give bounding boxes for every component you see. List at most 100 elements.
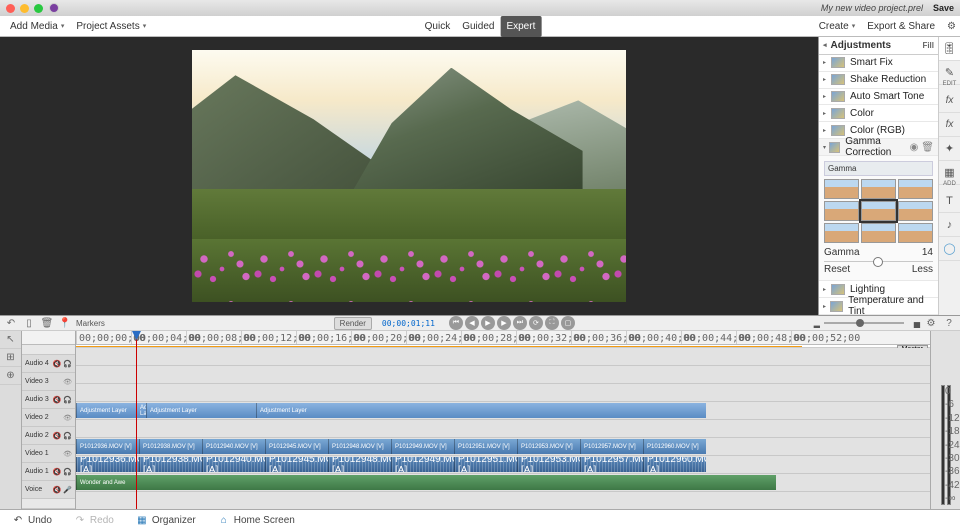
solo-icon[interactable]: 🎧 <box>63 396 72 404</box>
track-header-video2[interactable]: Video 2👁 <box>22 409 75 427</box>
audio-clip[interactable]: P1012936.MOV [A] <box>76 457 139 472</box>
solo-icon[interactable]: 🎧 <box>63 360 72 368</box>
current-timecode[interactable]: 00;00;01;11 <box>382 319 435 328</box>
video-clip[interactable]: P1012949.MOV [V] <box>391 439 454 454</box>
eye-icon[interactable]: 👁 <box>63 378 72 386</box>
gamma-preset-9[interactable] <box>898 223 933 243</box>
adjust-gamma-correction[interactable]: ▾Gamma Correction◉🗑 <box>819 139 938 156</box>
preview-canvas[interactable] <box>192 50 626 302</box>
timeline-settings-icon[interactable]: ⚙ <box>924 316 938 330</box>
track-header-audio1[interactable]: Audio 1🔇🎧 <box>22 463 75 481</box>
window-close-icon[interactable] <box>6 4 15 13</box>
music-clip[interactable]: Wonder and Awe <box>76 475 776 490</box>
mute-icon[interactable]: 🔇 <box>53 360 62 368</box>
video-clip[interactable]: P1012940.MOV [V] <box>202 439 265 454</box>
timeline-delete-icon[interactable]: 🗑 <box>40 316 54 330</box>
save-button[interactable]: Save <box>933 3 954 13</box>
adjust-shake-reduction[interactable]: ▸Shake Reduction <box>819 72 938 89</box>
project-assets-menu[interactable]: Project Assets <box>70 16 152 36</box>
step-forward-icon[interactable]: ▶ <box>497 316 511 330</box>
export-share-button[interactable]: Export & Share <box>861 21 941 32</box>
fullscreen-icon[interactable]: ⛶ <box>545 316 559 330</box>
eyedropper-icon[interactable]: ✦ <box>939 137 960 161</box>
gamma-preset-5[interactable] <box>861 201 896 221</box>
track-video3[interactable] <box>76 366 930 384</box>
chevron-left-icon[interactable]: ◂ <box>823 41 827 49</box>
zoom-slider[interactable] <box>824 322 904 324</box>
audio-clip[interactable]: P1012948.MOV [A] <box>328 457 391 472</box>
adjustment-layer-clip[interactable]: Adjustment Layer <box>256 403 706 418</box>
mute-icon[interactable]: 🔇 <box>53 468 62 476</box>
audio-clip[interactable]: P1012940.MOV [A] <box>202 457 265 472</box>
audio-clip[interactable]: P1012938.MOV [A] <box>139 457 202 472</box>
adjust-smart-fix[interactable]: ▸Smart Fix <box>819 55 938 72</box>
audio-clip[interactable]: P1012949.MOV [A] <box>391 457 454 472</box>
audio-clip[interactable]: P1012953.MOV [A] <box>517 457 580 472</box>
track-audio2[interactable] <box>76 420 930 438</box>
loop-icon[interactable]: ⟳ <box>529 316 543 330</box>
adjustment-layer-clip[interactable]: Adjustment Layer <box>146 403 256 418</box>
home-screen-button[interactable]: ⌂Home Screen <box>212 513 301 529</box>
gamma-preset-7[interactable] <box>824 223 859 243</box>
track-select-tool-icon[interactable]: ⊞ <box>0 349 21 367</box>
track-video1[interactable]: P1012936.MOV [V]P1012938.MOV [V]P1012940… <box>76 438 930 456</box>
adjust-temperature-tint[interactable]: ▸Temperature and Tint <box>819 298 938 315</box>
gamma-preset-3[interactable] <box>898 179 933 199</box>
video-clip[interactable]: P1012953.MOV [V] <box>517 439 580 454</box>
track-audio1[interactable]: P1012936.MOV [A]P1012938.MOV [A]P1012940… <box>76 456 930 474</box>
redo-button[interactable]: ↷Redo <box>68 513 120 529</box>
gamma-preset-4[interactable] <box>824 201 859 221</box>
timeline-help-icon[interactable]: ? <box>942 316 956 330</box>
track-header-voice[interactable]: Voice🔇🎤 <box>22 481 75 499</box>
add-media-menu[interactable]: Add Media <box>4 16 70 36</box>
music-tab-icon[interactable]: ♪ <box>939 213 960 237</box>
mode-guided-tab[interactable]: Guided <box>456 16 500 37</box>
markers-icon[interactable]: 📍 <box>58 316 72 330</box>
fx2-tab-icon[interactable]: fx <box>939 113 960 137</box>
video-clip[interactable]: P1012936.MOV [V] <box>76 439 139 454</box>
audio-clip[interactable]: P1012945.MOV [A] <box>265 457 328 472</box>
gamma-preset-2[interactable] <box>861 179 896 199</box>
mic-icon[interactable]: 🎤 <box>63 486 72 494</box>
selection-tool-icon[interactable]: ↖ <box>0 331 21 349</box>
adjustment-layer-clip[interactable]: Adjustment Layer <box>136 403 146 418</box>
adjustment-layer-clip[interactable]: Adjustment Layer <box>76 403 136 418</box>
graphics-tab-icon[interactable]: ◯ <box>939 237 960 261</box>
goto-start-icon[interactable]: ⏮ <box>449 316 463 330</box>
track-header-audio2[interactable]: Audio 2🔇🎧 <box>22 427 75 445</box>
window-zoom-icon[interactable] <box>34 4 43 13</box>
video-clip[interactable]: P1012951.MOV [V] <box>454 439 517 454</box>
mode-quick-tab[interactable]: Quick <box>419 16 457 37</box>
zoom-out-icon[interactable]: ▂ <box>814 319 820 328</box>
gamma-slider[interactable] <box>824 261 933 262</box>
zoom-in-icon[interactable]: ▅ <box>914 319 920 328</box>
video-clip[interactable]: P1012945.MOV [V] <box>265 439 328 454</box>
video-clip[interactable]: P1012948.MOV [V] <box>328 439 391 454</box>
track-video2[interactable]: Adjustment LayerAdjustment LayerAdjustme… <box>76 402 930 420</box>
timeline-back-icon[interactable]: ↶ <box>4 316 18 330</box>
zoom-tool-icon[interactable]: ⊕ <box>0 367 21 385</box>
playhead[interactable] <box>136 331 137 509</box>
create-menu[interactable]: Create <box>813 21 862 32</box>
trash-icon[interactable]: 🗑 <box>921 142 934 153</box>
track-header-audio3[interactable]: Audio 3🔇🎧 <box>22 391 75 409</box>
text-tab-icon[interactable]: T <box>939 189 960 213</box>
play-icon[interactable]: ▶ <box>481 316 495 330</box>
track-header-video3[interactable]: Video 3👁 <box>22 373 75 391</box>
step-back-icon[interactable]: ◀ <box>465 316 479 330</box>
solo-icon[interactable]: 🎧 <box>63 468 72 476</box>
audio-clip[interactable]: P1012960.MOV [A] <box>643 457 706 472</box>
track-audio3[interactable] <box>76 384 930 402</box>
video-clip[interactable]: P1012938.MOV [V] <box>139 439 202 454</box>
goto-end-icon[interactable]: ⏭ <box>513 316 527 330</box>
timeline-tracks[interactable]: 00;00;00;0000;00;04;0000;00;08;0000;00;1… <box>76 331 930 509</box>
adjustments-tab-icon[interactable]: 🎚 <box>939 37 960 61</box>
gamma-preset-1[interactable] <box>824 179 859 199</box>
eye-icon[interactable]: ◉ <box>910 142 919 153</box>
gamma-preset-6[interactable] <box>898 201 933 221</box>
track-audio4[interactable] <box>76 348 930 366</box>
mode-expert-tab[interactable]: Expert <box>500 16 541 37</box>
track-header-audio4[interactable]: Audio 4🔇🎧 <box>22 355 75 373</box>
timeline-tool-icon[interactable]: ▯ <box>22 316 36 330</box>
fill-toggle[interactable]: Fill <box>922 41 934 50</box>
